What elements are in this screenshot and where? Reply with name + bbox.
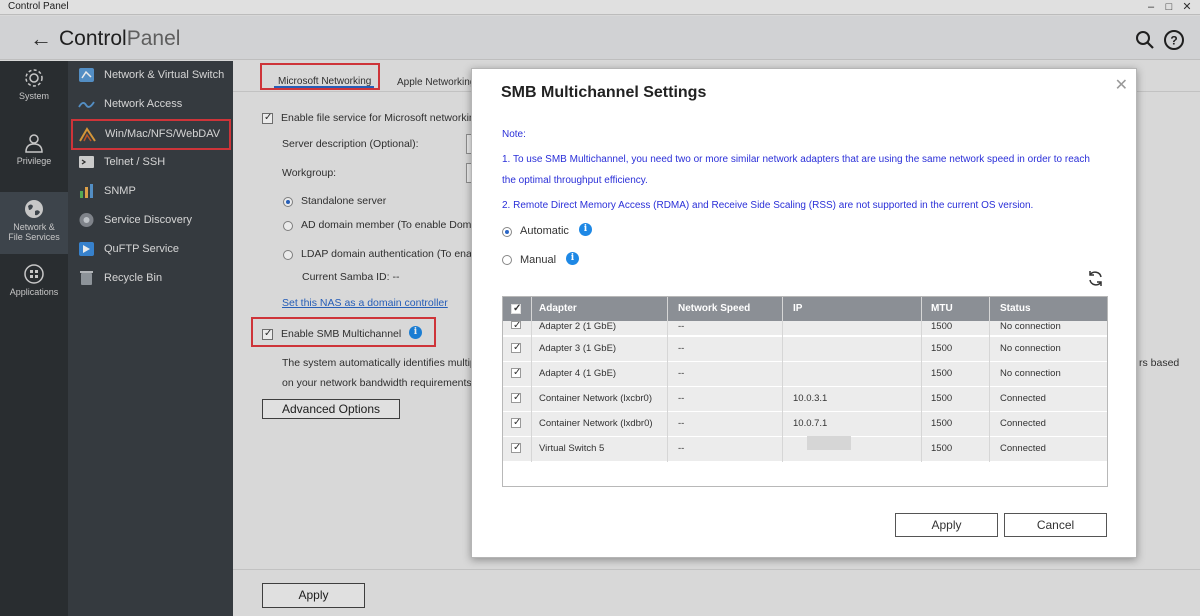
cell-speed: -- [678, 393, 685, 404]
adapter-table: Adapter Network Speed IP MTU Status Adap… [502, 296, 1108, 487]
row-checkbox[interactable] [511, 392, 521, 403]
cell-adapter: Adapter 3 (1 GbE) [539, 343, 617, 354]
cell-adapter: Adapter 2 (1 GbE) [539, 321, 617, 332]
redacted-ip [807, 436, 851, 450]
dialog-title: SMB Multichannel Settings [501, 84, 707, 101]
note-1-line1: 1. To use SMB Multichannel, you need two… [502, 154, 1090, 165]
refresh-icon[interactable] [1087, 270, 1104, 287]
column-separator [667, 297, 668, 462]
table-row[interactable]: Virtual Switch 5 -- 1500 Connected [503, 436, 1107, 462]
cell-status: No connection [1000, 321, 1061, 332]
row-checkbox[interactable] [511, 442, 521, 453]
cell-speed: -- [678, 418, 685, 429]
select-all-checkbox[interactable] [511, 303, 521, 314]
info-icon[interactable]: i [579, 223, 592, 236]
note-1-line2: the optimal throughput efficiency. [502, 175, 648, 186]
dialog-cancel-button[interactable]: Cancel [1004, 513, 1107, 537]
automatic-radio[interactable] [502, 227, 512, 237]
row-checkbox[interactable] [511, 417, 521, 428]
column-header-status[interactable]: Status [1000, 303, 1031, 314]
dialog-close-icon[interactable]: ✕ [1115, 75, 1128, 95]
cell-adapter: Container Network (lxdbr0) [539, 418, 653, 429]
cell-mtu: 1500 [931, 393, 953, 404]
cell-status: Connected [1000, 443, 1046, 454]
column-header-ip[interactable]: IP [793, 303, 802, 314]
table-row[interactable]: Adapter 2 (1 GbE) -- 1500 No connection [503, 321, 1107, 336]
cell-mtu: 1500 [931, 443, 953, 454]
cell-speed: -- [678, 321, 685, 332]
column-separator [782, 297, 783, 462]
table-row[interactable]: Container Network (lxcbr0) -- 10.0.3.1 1… [503, 387, 1107, 412]
cell-ip: 10.0.7.1 [793, 418, 828, 429]
cell-mtu: 1500 [931, 368, 953, 379]
column-separator [531, 297, 532, 462]
column-header-adapter[interactable]: Adapter [539, 303, 577, 314]
manual-label: Manual [520, 254, 557, 266]
cell-status: No connection [1000, 343, 1061, 354]
row-checkbox[interactable] [511, 342, 521, 353]
column-header-network-speed[interactable]: Network Speed [678, 303, 750, 314]
cell-status: No connection [1000, 368, 1061, 379]
dialog-apply-button[interactable]: Apply [895, 513, 998, 537]
automatic-label: Automatic [520, 225, 569, 237]
info-icon[interactable]: i [566, 252, 579, 265]
table-row[interactable]: Adapter 3 (1 GbE) -- 1500 No connection [503, 337, 1107, 362]
cell-speed: -- [678, 368, 685, 379]
cell-mtu: 1500 [931, 321, 953, 332]
row-checkbox[interactable] [511, 321, 521, 329]
table-header: Adapter Network Speed IP MTU Status [503, 297, 1107, 321]
table-row[interactable]: Container Network (lxdbr0) -- 10.0.7.1 1… [503, 412, 1107, 437]
cell-mtu: 1500 [931, 418, 953, 429]
note-label: Note: [502, 129, 526, 140]
smb-multichannel-dialog: SMB Multichannel Settings ✕ Note: 1. To … [471, 68, 1137, 558]
column-separator [921, 297, 922, 462]
cell-speed: -- [678, 343, 685, 354]
column-header-mtu[interactable]: MTU [931, 303, 953, 314]
cell-ip: 10.0.3.1 [793, 393, 828, 404]
note-2: 2. Remote Direct Memory Access (RDMA) an… [502, 200, 1034, 211]
cell-adapter: Adapter 4 (1 GbE) [539, 368, 617, 379]
column-separator [989, 297, 990, 462]
cell-status: Connected [1000, 393, 1046, 404]
cell-mtu: 1500 [931, 343, 953, 354]
cell-adapter: Virtual Switch 5 [539, 443, 605, 454]
cell-status: Connected [1000, 418, 1046, 429]
cell-speed: -- [678, 443, 685, 454]
cell-adapter: Container Network (lxcbr0) [539, 393, 652, 404]
table-row[interactable]: Adapter 4 (1 GbE) -- 1500 No connection [503, 362, 1107, 387]
manual-radio[interactable] [502, 255, 512, 265]
row-checkbox[interactable] [511, 367, 521, 378]
